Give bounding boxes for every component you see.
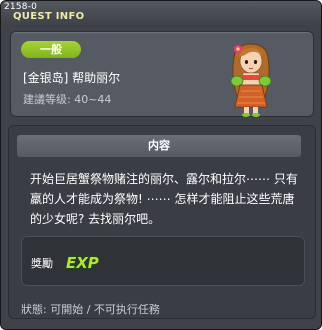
description-line: 羸的人才能成为祭物! ⋯⋯ 怎样才能阻止这些荒唐 <box>30 192 295 206</box>
description-line: 的少女呢? 去找丽尔吧。 <box>30 212 161 226</box>
exp-text: EXP <box>66 254 99 272</box>
quest-description: 开始巨居蟹祭物赌注的丽尔、露尔和拉尔⋯⋯ 只有 羸的人才能成为祭物! ⋯⋯ 怎样… <box>30 169 311 229</box>
title-bar[interactable]: 2158-0 QUEST INFO <box>1 1 321 27</box>
exp-icon[interactable]: EXP <box>65 251 99 273</box>
quest-category-badge: 一般 <box>21 41 81 58</box>
content-header: 内容 <box>17 135 301 157</box>
window-title: QUEST INFO <box>13 11 85 22</box>
npc-girl-portrait-icon <box>230 43 272 117</box>
reward-label: 獎勵 <box>31 257 53 270</box>
quest-level-requirement: 建議等级: 40~44 <box>23 93 112 106</box>
quest-name: [金银岛] 帮助丽尔 <box>23 71 121 85</box>
quest-info-window: 2158-0 QUEST INFO 一般 [金银岛] 帮助丽尔 建議等级: 40… <box>0 0 322 330</box>
reward-box <box>21 236 305 286</box>
description-line: 开始巨居蟹祭物赌注的丽尔、露尔和拉尔⋯⋯ 只有 <box>30 172 298 186</box>
quest-status: 狀態: 可開始 / 不可执行任務 <box>21 303 160 316</box>
